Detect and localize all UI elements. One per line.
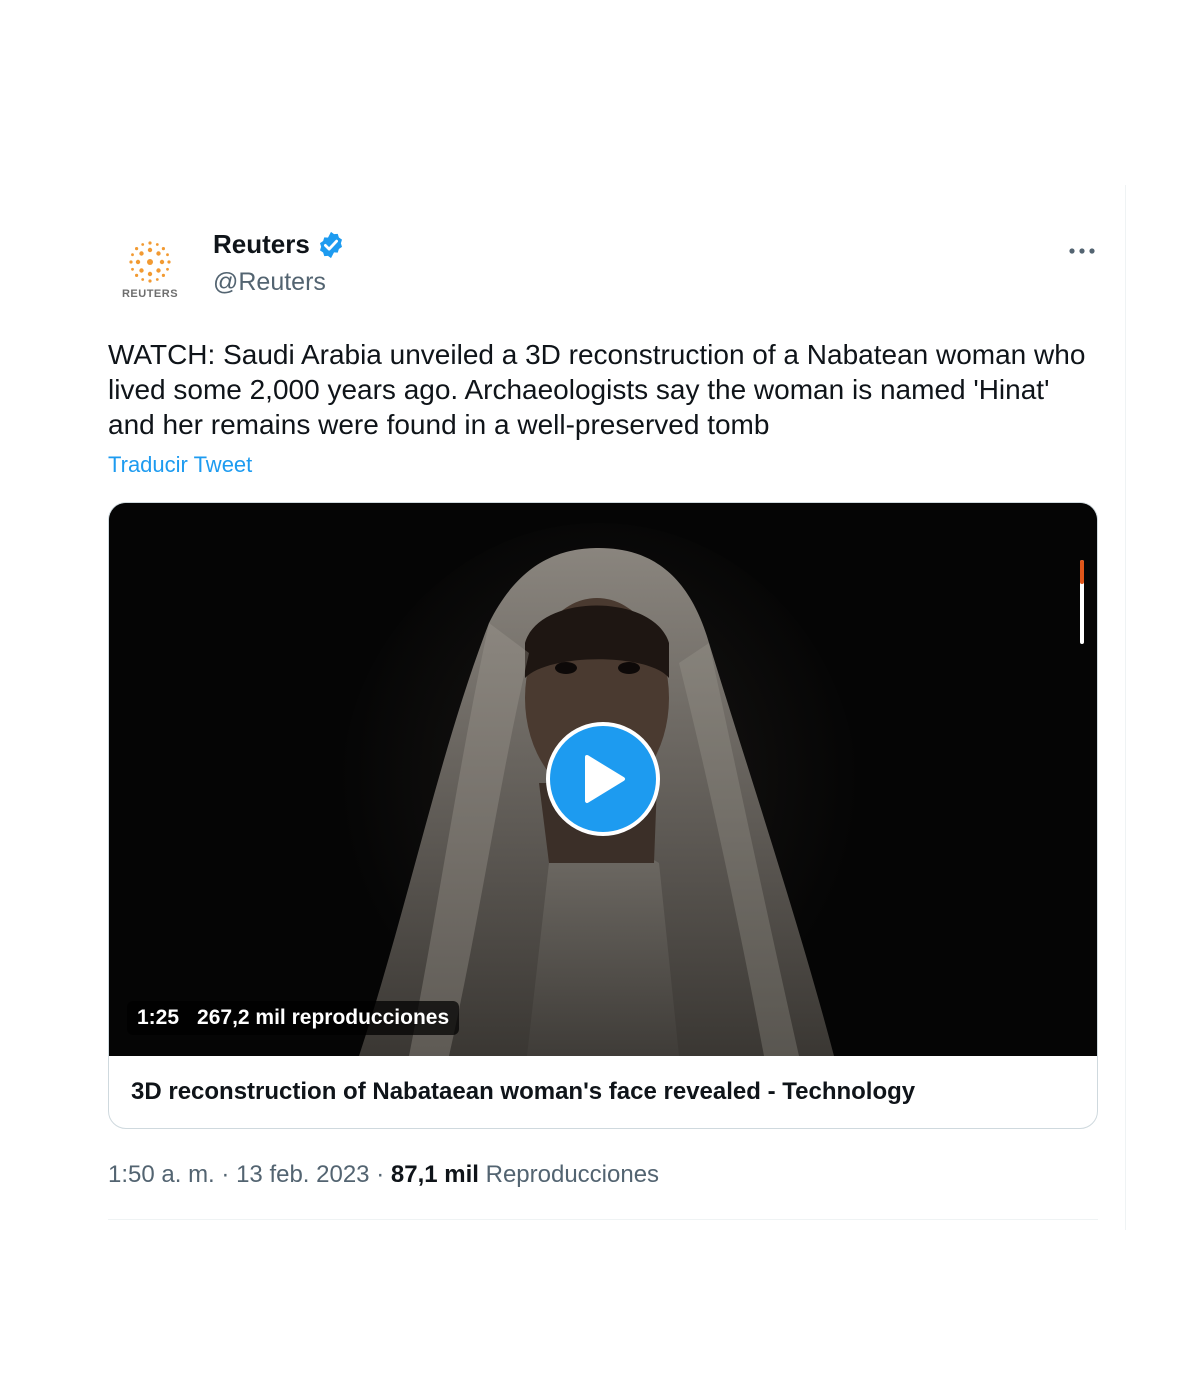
video-scroll-indicator-top	[1080, 560, 1084, 584]
tweet-metadata: 1:50 a. m. · 13 feb. 2023 · 87,1 mil Rep…	[108, 1161, 1098, 1189]
video-scroll-indicator	[1080, 560, 1084, 644]
author-handle[interactable]: @Reuters	[213, 268, 346, 297]
reuters-logo-icon	[129, 241, 171, 283]
column-divider	[1125, 185, 1126, 1230]
video-player[interactable]: 1:25 267,2 mil reproducciones	[109, 503, 1097, 1056]
tweet-views-label[interactable]: Reproducciones	[486, 1161, 659, 1188]
play-button[interactable]	[546, 722, 660, 836]
avatar[interactable]: REUTERS	[108, 228, 192, 312]
tweet-date[interactable]: 13 feb. 2023	[236, 1161, 369, 1188]
video-meta-pill: 1:25 267,2 mil reproducciones	[127, 1001, 460, 1035]
video-title[interactable]: 3D reconstruction of Nabataean woman's f…	[109, 1056, 1097, 1128]
tweet-time[interactable]: 1:50 a. m.	[108, 1161, 215, 1188]
video-duration: 1:25	[137, 1006, 180, 1029]
translate-tweet-link[interactable]: Traducir Tweet	[108, 452, 252, 478]
tweet-views-count[interactable]: 87,1 mil	[391, 1161, 479, 1188]
tweet: REUTERS Reuters @Reuters WATCH: Saudi Ar…	[108, 225, 1098, 1220]
divider	[108, 1219, 1098, 1220]
tweet-text: WATCH: Saudi Arabia unveiled a 3D recons…	[108, 339, 1086, 440]
separator-dot: ·	[221, 1161, 230, 1188]
verified-badge-icon	[319, 231, 342, 258]
tweet-header: REUTERS Reuters @Reuters	[108, 225, 1098, 312]
separator-dot: ·	[376, 1161, 385, 1188]
more-horizontal-icon	[1069, 248, 1095, 254]
author-block: Reuters @Reuters	[213, 229, 346, 297]
video-view-count: 267,2 mil reproducciones	[197, 1006, 450, 1029]
video-card[interactable]: 1:25 267,2 mil reproducciones 3D reconst…	[108, 502, 1098, 1129]
more-options-button[interactable]	[1068, 231, 1096, 262]
avatar-wordmark: REUTERS	[121, 288, 179, 300]
play-icon	[585, 755, 625, 803]
author-name[interactable]: Reuters	[213, 229, 310, 260]
author-name-row: Reuters	[213, 229, 346, 260]
